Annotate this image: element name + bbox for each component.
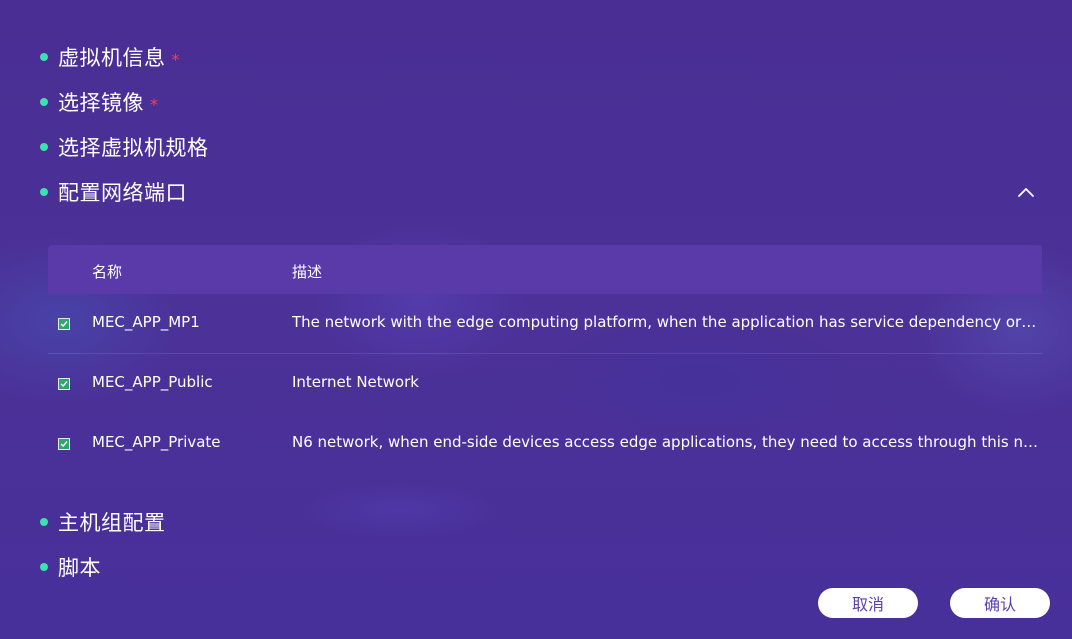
bullet-dot xyxy=(40,98,48,106)
section-network-port[interactable]: 配置网络端口 xyxy=(40,177,187,207)
section-label: 选择镜像 xyxy=(58,91,144,115)
checkmark-icon xyxy=(60,441,68,448)
checkmark-icon xyxy=(60,321,68,328)
cancel-button[interactable]: 取消 xyxy=(818,588,918,618)
row-checkbox[interactable] xyxy=(58,438,70,450)
network-description: N6 network, when end-side devices access… xyxy=(292,433,1038,451)
table-row[interactable]: MEC_APP_Public Internet Network xyxy=(48,354,1042,414)
required-marker: * xyxy=(171,49,180,69)
section-vm-spec[interactable]: 选择虚拟机规格 xyxy=(40,132,209,162)
chevron-up-icon[interactable] xyxy=(1016,182,1036,202)
row-checkbox[interactable] xyxy=(58,378,70,390)
table-row[interactable]: MEC_APP_MP1 The network with the edge co… xyxy=(48,294,1042,354)
section-host-group[interactable]: 主机组配置 xyxy=(40,507,166,537)
required-marker: * xyxy=(150,94,158,114)
bullet-dot xyxy=(40,53,48,61)
confirm-button[interactable]: 确认 xyxy=(950,588,1050,618)
network-name: MEC_APP_Private xyxy=(92,433,221,451)
section-label: 虚拟机信息 xyxy=(58,46,166,70)
section-select-image[interactable]: 选择镜像 * xyxy=(40,87,158,117)
network-name: MEC_APP_MP1 xyxy=(92,313,200,331)
network-description: The network with the edge computing plat… xyxy=(292,313,1038,331)
column-header-description: 描述 xyxy=(292,263,323,281)
section-script[interactable]: 脚本 xyxy=(40,552,101,582)
row-checkbox[interactable] xyxy=(58,318,70,330)
network-name: MEC_APP_Public xyxy=(92,373,213,391)
bullet-dot xyxy=(40,143,48,151)
section-vm-info[interactable]: 虚拟机信息 * xyxy=(40,42,180,72)
section-label: 主机组配置 xyxy=(58,511,166,535)
bullet-dot xyxy=(40,188,48,196)
column-header-name: 名称 xyxy=(92,263,123,281)
section-label: 脚本 xyxy=(58,556,101,580)
table-header: 名称 描述 xyxy=(48,245,1042,294)
checkmark-icon xyxy=(60,381,68,388)
section-label: 选择虚拟机规格 xyxy=(58,136,209,160)
table-row[interactable]: MEC_APP_Private N6 network, when end-sid… xyxy=(48,414,1042,474)
network-description: Internet Network xyxy=(292,373,419,391)
bullet-dot xyxy=(40,518,48,526)
section-label: 配置网络端口 xyxy=(58,181,187,205)
bullet-dot xyxy=(40,563,48,571)
